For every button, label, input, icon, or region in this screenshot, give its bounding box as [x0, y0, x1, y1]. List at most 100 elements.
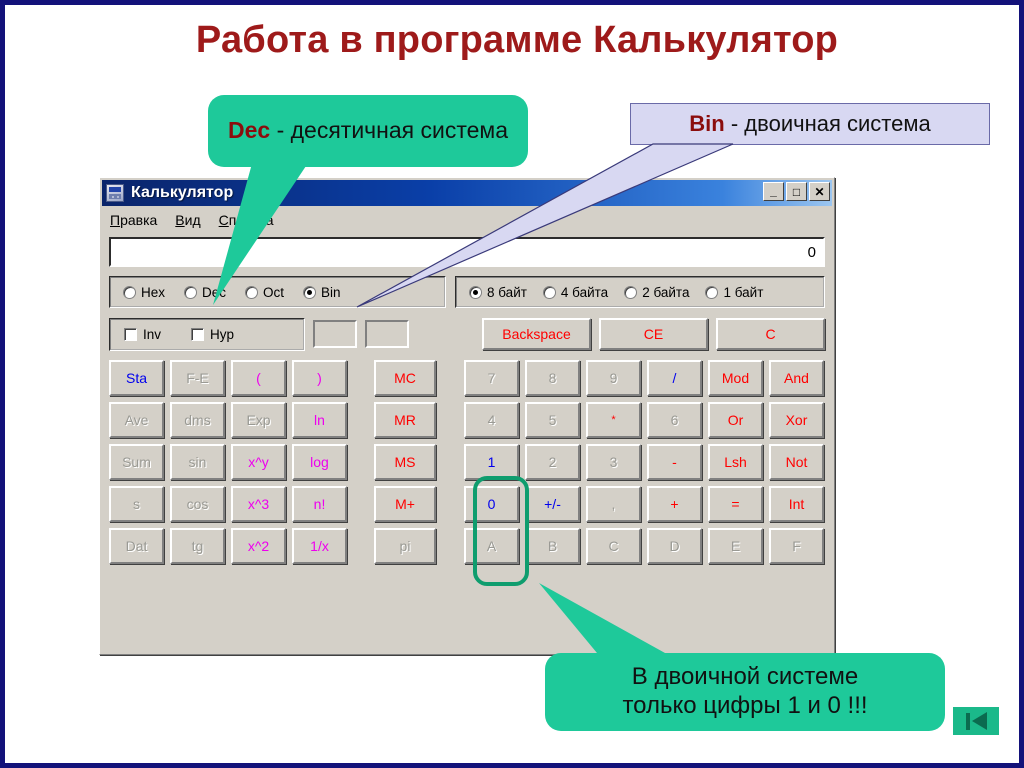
- key-cos[interactable]: cos: [170, 486, 225, 522]
- calculator-display[interactable]: 0: [109, 237, 825, 267]
- skip-to-first-icon[interactable]: [953, 707, 999, 735]
- key-label: F: [792, 538, 801, 554]
- key-label: Dat: [125, 538, 148, 554]
- key-3[interactable]: 3: [586, 444, 641, 480]
- key-xor[interactable]: Xor: [769, 402, 824, 438]
- key-sin[interactable]: sin: [170, 444, 225, 480]
- key-d[interactable]: D: [647, 528, 702, 564]
- key-f[interactable]: F: [769, 528, 824, 564]
- radio-dot-icon: [469, 285, 482, 299]
- radio-size-8-байт[interactable]: 8 байт: [469, 285, 527, 300]
- key-label: 8: [548, 370, 557, 386]
- key-ln[interactable]: ln: [292, 402, 347, 438]
- key-dat[interactable]: Dat: [109, 528, 164, 564]
- key-label: M+: [395, 496, 415, 512]
- backspace-button[interactable]: Backspace: [482, 318, 591, 350]
- key-_[interactable]: +/-: [525, 486, 580, 522]
- close-button[interactable]: ✕: [809, 182, 830, 201]
- radio-base-bin[interactable]: Bin: [303, 285, 341, 300]
- key-_[interactable]: ): [292, 360, 347, 396]
- key-mc[interactable]: MC: [374, 360, 436, 396]
- radio-label: 4 байта: [560, 284, 609, 300]
- radio-base-dec[interactable]: Dec: [184, 285, 226, 300]
- key-f_e[interactable]: F-E: [170, 360, 225, 396]
- key-pi[interactable]: pi: [374, 528, 436, 564]
- radio-size-4-байта[interactable]: 4 байта: [542, 284, 609, 300]
- key-_[interactable]: +: [647, 486, 702, 522]
- key-e[interactable]: E: [708, 528, 763, 564]
- key-label: Int: [788, 496, 805, 512]
- key-label: MS: [394, 454, 416, 470]
- maximize-button[interactable]: □: [786, 182, 807, 201]
- minimize-button[interactable]: _: [763, 182, 784, 201]
- radio-base-oct[interactable]: Oct: [245, 285, 284, 300]
- key-x_y[interactable]: x^y: [231, 444, 286, 480]
- key-4[interactable]: 4: [464, 402, 519, 438]
- key-and[interactable]: And: [769, 360, 824, 396]
- key-label: x^y: [248, 454, 269, 470]
- key-not[interactable]: Not: [769, 444, 824, 480]
- keypad-gap: [353, 486, 368, 522]
- key-mod[interactable]: Mod: [708, 360, 763, 396]
- checkbox-inv[interactable]: Inv: [124, 327, 161, 342]
- key-label: 7: [487, 370, 496, 386]
- key-mr[interactable]: MR: [374, 402, 436, 438]
- radio-base-hex[interactable]: Hex: [123, 285, 165, 300]
- key-8[interactable]: 8: [525, 360, 580, 396]
- key-lsh[interactable]: Lsh: [708, 444, 763, 480]
- number-base-group: Hex Dec Oct Bin: [109, 276, 446, 308]
- key-ave[interactable]: Ave: [109, 402, 164, 438]
- key-m_[interactable]: M+: [374, 486, 436, 522]
- key-0[interactable]: 0: [464, 486, 519, 522]
- key-_[interactable]: ,: [586, 486, 641, 522]
- key-label: =: [731, 496, 740, 512]
- key-label: sin: [188, 454, 207, 470]
- maximize-icon: □: [792, 184, 801, 199]
- key-a[interactable]: A: [464, 528, 519, 564]
- key-label: pi: [399, 538, 411, 554]
- key-_[interactable]: =: [708, 486, 763, 522]
- clear-button[interactable]: C: [716, 318, 825, 350]
- key-_[interactable]: *: [586, 402, 641, 438]
- key-_[interactable]: (: [231, 360, 286, 396]
- key-1_x[interactable]: 1/x: [292, 528, 347, 564]
- key-2[interactable]: 2: [525, 444, 580, 480]
- radio-size-2-байта[interactable]: 2 байта: [624, 285, 689, 300]
- key-1[interactable]: 1: [464, 444, 519, 480]
- checkbox-hyp[interactable]: Hyp: [191, 327, 234, 342]
- key-label: x^2: [247, 538, 270, 554]
- menu-label: ид: [184, 212, 201, 228]
- key-exp[interactable]: Exp: [231, 402, 286, 438]
- key-sum[interactable]: Sum: [109, 444, 164, 480]
- key-n_[interactable]: n!: [292, 486, 347, 522]
- key-x_2[interactable]: x^2: [231, 528, 286, 564]
- key-b[interactable]: B: [525, 528, 580, 564]
- checkbox-label: Inv: [143, 326, 162, 342]
- keypad-gap: [442, 402, 458, 438]
- ce-button[interactable]: CE: [599, 318, 708, 350]
- key-log[interactable]: log: [292, 444, 347, 480]
- radio-size-1-байт[interactable]: 1 байт: [705, 285, 763, 300]
- menu-item-spravka[interactable]: Справка: [219, 212, 274, 228]
- key-x_3[interactable]: x^3: [231, 486, 286, 522]
- key-sta[interactable]: Sta: [109, 360, 164, 396]
- key-6[interactable]: 6: [647, 402, 702, 438]
- key-c[interactable]: C: [586, 528, 641, 564]
- key-tg[interactable]: tg: [170, 528, 225, 564]
- key-ms[interactable]: MS: [374, 444, 436, 480]
- key-dms[interactable]: dms: [170, 402, 225, 438]
- key-s[interactable]: s: [109, 486, 164, 522]
- key-int[interactable]: Int: [769, 486, 824, 522]
- menu-item-pravka[interactable]: Правка: [110, 212, 157, 228]
- key-9[interactable]: 9: [586, 360, 641, 396]
- key-5[interactable]: 5: [525, 402, 580, 438]
- key-label: Xor: [785, 412, 808, 428]
- key-label: 0: [487, 496, 496, 512]
- key-or[interactable]: Or: [708, 402, 763, 438]
- key-label: ,: [611, 496, 616, 512]
- key-_[interactable]: -: [647, 444, 702, 480]
- key-_[interactable]: /: [647, 360, 702, 396]
- keypad-row: Dat tg x^2 1/x pi A B C D E F: [109, 528, 825, 564]
- key-7[interactable]: 7: [464, 360, 519, 396]
- menu-item-vid[interactable]: Вид: [175, 212, 200, 228]
